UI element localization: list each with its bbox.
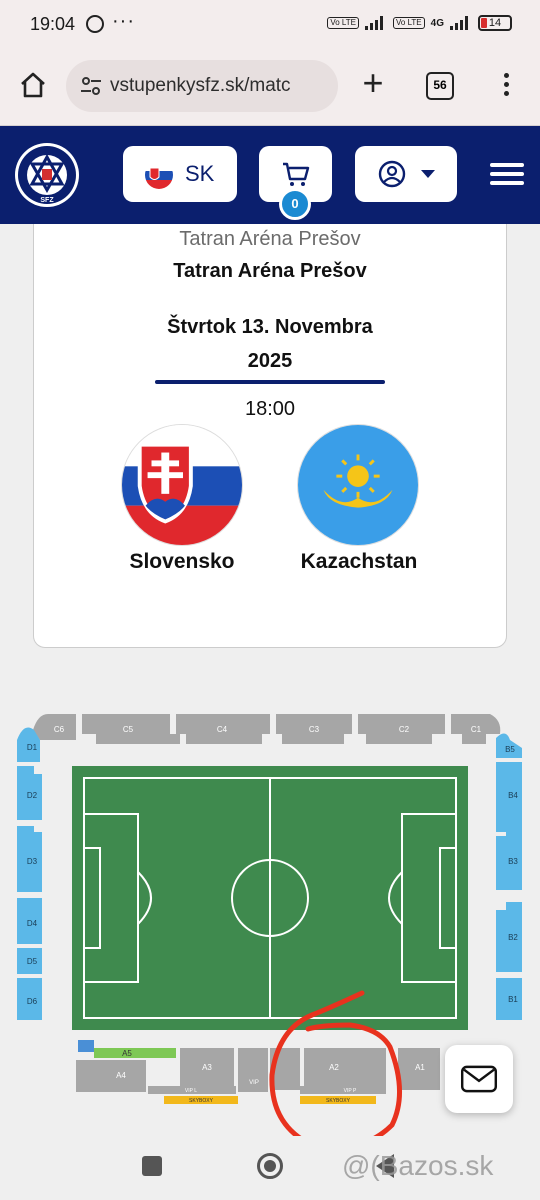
match-date-line1: Štvrtok 13. Novembra bbox=[167, 316, 373, 338]
user-menu-button[interactable] bbox=[355, 146, 457, 202]
label-a5: A5 bbox=[122, 1049, 132, 1058]
browser-menu-icon[interactable] bbox=[498, 70, 514, 100]
message-button[interactable] bbox=[445, 1045, 513, 1113]
new-tab-icon[interactable]: + bbox=[356, 65, 390, 102]
label-skybox-left: SKYBOXY bbox=[189, 1098, 214, 1104]
browser-toolbar: vstupenkysfz.sk/matc + 56 bbox=[0, 50, 540, 126]
label-c1: C1 bbox=[471, 725, 482, 734]
label-d4: D4 bbox=[27, 919, 38, 928]
section-a4[interactable] bbox=[76, 1060, 146, 1092]
away-team-name: Kazachstan bbox=[300, 550, 418, 573]
section-a5[interactable] bbox=[94, 1048, 176, 1058]
event-card: Tatran Aréna Prešov Tatran Aréna Prešov … bbox=[33, 224, 507, 648]
match-time: 18:00 bbox=[244, 398, 296, 420]
label-vip-l: VIP L bbox=[185, 1088, 197, 1094]
label-c3: C3 bbox=[309, 725, 320, 734]
status-bar: 19:04 ··· Vo LTE Vo LTE 4G 14 bbox=[0, 0, 540, 50]
site-settings-icon[interactable] bbox=[80, 76, 102, 96]
language-button[interactable]: SK bbox=[123, 146, 237, 202]
whatsapp-icon bbox=[86, 15, 104, 33]
wheelchair-icon bbox=[78, 1040, 94, 1052]
kazakhstan-flag-icon bbox=[297, 424, 419, 546]
label-b5: B5 bbox=[505, 745, 515, 754]
label-c2: C2 bbox=[399, 725, 410, 734]
recents-icon[interactable] bbox=[142, 1156, 162, 1176]
sfz-logo[interactable]: SFZ bbox=[14, 142, 80, 208]
battery-level: 14 bbox=[488, 17, 502, 29]
clock: 19:04 bbox=[30, 14, 76, 34]
right-stand bbox=[496, 733, 522, 1020]
label-a4: A4 bbox=[116, 1071, 126, 1080]
home-team-name: Slovensko bbox=[129, 550, 235, 573]
language-code: SK bbox=[185, 161, 215, 186]
cart-count-badge: 0 bbox=[279, 188, 311, 220]
section-b3[interactable] bbox=[496, 822, 522, 890]
label-c4: C4 bbox=[217, 725, 228, 734]
label-a3: A3 bbox=[202, 1063, 212, 1072]
logo-text: SFZ bbox=[40, 197, 54, 204]
label-d5: D5 bbox=[27, 957, 38, 966]
home-circle-icon[interactable] bbox=[257, 1153, 283, 1179]
slovakia-flag-icon bbox=[121, 424, 243, 546]
label-d6: D6 bbox=[27, 997, 38, 1006]
match-date-line2: 2025 bbox=[247, 350, 293, 372]
user-icon bbox=[378, 160, 406, 188]
cart-icon bbox=[283, 162, 310, 186]
label-b4: B4 bbox=[508, 791, 518, 800]
signal-icon bbox=[365, 16, 387, 30]
chevron-down-icon bbox=[421, 170, 435, 178]
label-c5: C5 bbox=[123, 725, 134, 734]
top-stand bbox=[33, 714, 501, 744]
tab-switcher-button[interactable]: 56 bbox=[426, 72, 454, 100]
label-b1: B1 bbox=[508, 995, 518, 1004]
label-d1: D1 bbox=[27, 743, 38, 752]
label-c6: C6 bbox=[54, 725, 65, 734]
label-b2: B2 bbox=[508, 933, 518, 942]
mail-icon bbox=[460, 1065, 498, 1093]
site-header: SFZ SK bbox=[0, 126, 540, 224]
address-bar[interactable]: vstupenkysfz.sk/matc bbox=[66, 60, 338, 112]
hamburger-menu-icon[interactable] bbox=[490, 163, 524, 187]
status-icons: Vo LTE Vo LTE 4G 14 bbox=[327, 15, 512, 31]
venue-subtitle: Tatran Aréna Prešov bbox=[179, 228, 361, 250]
system-nav-bar: @(Bazos.sk bbox=[0, 1136, 540, 1200]
label-d2: D2 bbox=[27, 791, 38, 800]
home-icon[interactable] bbox=[18, 70, 48, 100]
venue-title: Tatran Aréna Prešov bbox=[173, 260, 367, 282]
label-d3: D3 bbox=[27, 857, 38, 866]
network-type: 4G bbox=[430, 17, 444, 29]
slovak-flag-icon bbox=[145, 161, 173, 189]
label-vip: VIP bbox=[249, 1080, 259, 1086]
battery-icon: 14 bbox=[478, 15, 512, 31]
label-b3: B3 bbox=[508, 857, 518, 866]
url-text: vstupenkysfz.sk/matc bbox=[110, 75, 291, 96]
volte-badge-2: Vo LTE bbox=[393, 17, 425, 29]
volte-badge: Vo LTE bbox=[327, 17, 359, 29]
more-notifications-icon: ··· bbox=[112, 10, 135, 32]
label-a1: A1 bbox=[415, 1063, 425, 1072]
match-date: Štvrtok 13. Novembra 2025 bbox=[34, 310, 506, 378]
left-stand bbox=[17, 727, 42, 1020]
signal-icon-2 bbox=[450, 16, 472, 30]
watermark: @(Bazos.sk bbox=[342, 1150, 494, 1181]
date-divider bbox=[155, 380, 385, 384]
red-circle-annotation bbox=[269, 990, 402, 1150]
